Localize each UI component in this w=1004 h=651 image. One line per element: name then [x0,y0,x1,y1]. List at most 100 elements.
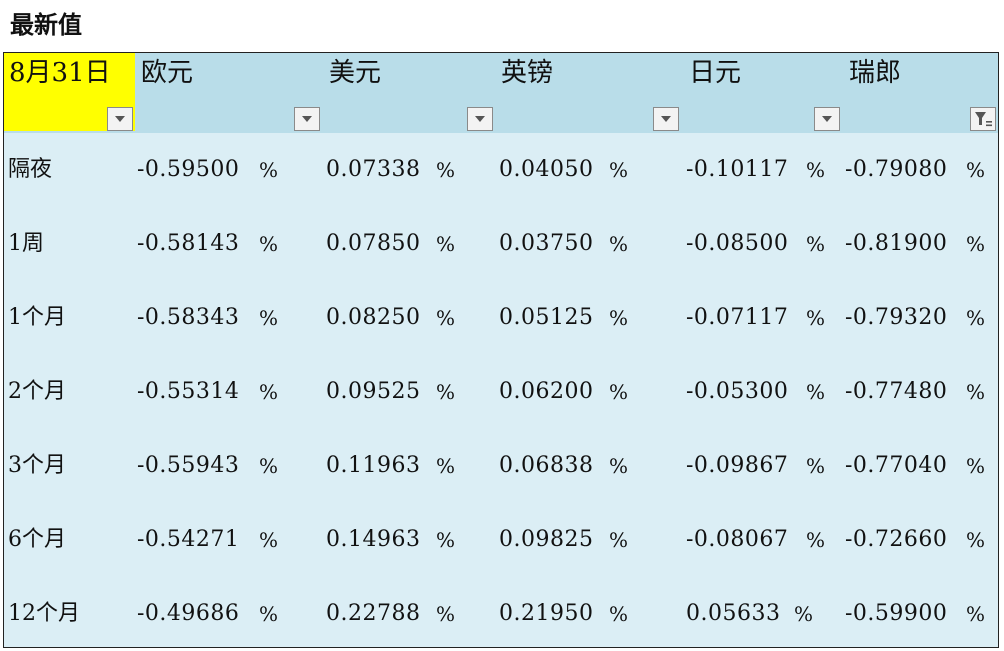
rate-value-cell[interactable]: -0.81900 [845,229,947,259]
rate-value-cell[interactable]: 0.11963 [326,451,420,481]
rate-value-cell[interactable]: -0.58343 [137,303,239,333]
percent-unit: % [806,380,826,404]
percent-unit: % [259,306,279,330]
rate-value-cell[interactable]: -0.08500 [686,229,788,259]
filter-dropdown-button-gbp[interactable] [653,107,679,131]
row-label: 3个月 [8,453,66,478]
rate-value-cell[interactable]: -0.59900 [845,599,947,629]
percent-unit: % [436,602,456,626]
rate-value-cell[interactable]: 0.21950 [499,599,593,629]
chevron-down-icon [822,116,832,122]
filter-dropdown-button-jpy[interactable] [814,107,840,131]
chevron-down-icon [115,116,125,122]
chevron-down-icon [661,116,671,122]
percent-unit: % [806,232,826,256]
rate-value-cell[interactable]: -0.77480 [845,377,947,407]
rate-value-cell[interactable]: -0.49686 [137,599,239,629]
percent-unit: % [609,454,629,478]
row-label: 6个月 [8,527,66,552]
row-label: 1个月 [8,305,66,330]
rate-value-cell[interactable]: 0.22788 [326,599,420,629]
rate-value-cell[interactable]: 0.07850 [326,229,420,259]
rate-value-cell[interactable]: 0.05633 [686,599,780,629]
percent-unit: % [259,380,279,404]
percent-unit: % [609,602,629,626]
rate-value-cell[interactable]: -0.05300 [686,377,788,407]
filter-dropdown-button-date[interactable] [107,107,133,131]
rate-value-cell[interactable]: 0.05125 [499,303,593,333]
percent-unit: % [259,158,279,182]
rate-value-cell[interactable]: 0.04050 [499,155,593,185]
percent-unit: % [436,380,456,404]
percent-unit: % [794,602,814,626]
filter-active-button-chf[interactable] [970,107,996,131]
table-header: 8月31日 欧元 美元 英镑 日元 瑞郎 [4,53,998,133]
rate-value-cell[interactable]: -0.10117 [686,155,788,185]
percent-unit: % [259,232,279,256]
percent-unit: % [436,158,456,182]
table-row: 6个月 -0.54271% 0.14963% 0.09825% -0.08067% -0.… [4,503,998,577]
row-label: 隔夜 [8,157,53,182]
percent-unit: % [436,528,456,552]
rate-value-cell[interactable]: -0.55314 [137,377,239,407]
column-header-eur: 欧元 [141,58,194,88]
percent-unit: % [806,158,826,182]
percent-unit: % [436,232,456,256]
filter-dropdown-button-usd[interactable] [467,107,493,131]
rates-table: 8月31日 欧元 美元 英镑 日元 瑞郎 隔夜 -0.59500% 0.0733… [3,52,999,648]
rate-value-cell[interactable]: -0.72660 [845,525,947,555]
table-row: 2个月 -0.55314% 0.09525% 0.06200% -0.05300% -0.… [4,355,998,429]
percent-unit: % [806,528,826,552]
date-header-label: 8月31日 [9,58,111,88]
rate-value-cell[interactable]: -0.54271 [137,525,239,555]
percent-unit: % [259,528,279,552]
rate-value-cell[interactable]: -0.07117 [686,303,788,333]
percent-unit: % [609,528,629,552]
table-row: 3个月 -0.55943% 0.11963% 0.06838% -0.09867% -0.… [4,429,998,503]
table-row: 12个月 -0.49686% 0.22788% 0.21950% 0.05633% -0.… [4,577,998,651]
percent-unit: % [806,454,826,478]
table-row: 1周 -0.58143% 0.07850% 0.03750% -0.08500% -0.8… [4,207,998,281]
chevron-down-icon [475,116,485,122]
table-row: 1个月 -0.58343% 0.08250% 0.05125% -0.07117% -0.… [4,281,998,355]
percent-unit: % [966,232,986,256]
rate-value-cell[interactable]: 0.06200 [499,377,593,407]
rate-value-cell[interactable]: 0.07338 [326,155,420,185]
percent-unit: % [966,454,986,478]
filter-dropdown-button-eur[interactable] [294,107,320,131]
column-header-jpy: 日元 [689,58,742,88]
column-header-chf: 瑞郎 [849,58,902,88]
row-label: 1周 [8,231,44,256]
rate-value-cell[interactable]: 0.14963 [326,525,420,555]
rate-value-cell[interactable]: -0.59500 [137,155,239,185]
percent-unit: % [259,602,279,626]
sheet-title: 最新值 [10,10,82,39]
rate-value-cell[interactable]: 0.09525 [326,377,420,407]
percent-unit: % [966,602,986,626]
percent-unit: % [966,528,986,552]
percent-unit: % [806,306,826,330]
rate-value-cell[interactable]: -0.79080 [845,155,947,185]
chevron-down-icon [302,116,312,122]
rate-value-cell[interactable]: -0.77040 [845,451,947,481]
column-header-usd: 美元 [329,58,382,88]
percent-unit: % [259,454,279,478]
active-filter-icon [975,112,992,127]
row-label: 2个月 [8,379,66,404]
rate-value-cell[interactable]: -0.09867 [686,451,788,481]
rate-value-cell[interactable]: -0.08067 [686,525,788,555]
rate-value-cell[interactable]: 0.06838 [499,451,593,481]
rate-value-cell[interactable]: 0.09825 [499,525,593,555]
rate-value-cell[interactable]: -0.79320 [845,303,947,333]
percent-unit: % [609,306,629,330]
rate-value-cell[interactable]: 0.08250 [326,303,420,333]
rate-value-cell[interactable]: -0.58143 [137,229,239,259]
rate-value-cell[interactable]: 0.03750 [499,229,593,259]
row-label: 12个月 [8,601,80,626]
percent-unit: % [966,306,986,330]
percent-unit: % [436,454,456,478]
percent-unit: % [609,232,629,256]
table-row: 隔夜 -0.59500% 0.07338% 0.04050% -0.10117% -0.7… [4,133,998,207]
rate-value-cell[interactable]: -0.55943 [137,451,239,481]
percent-unit: % [609,380,629,404]
